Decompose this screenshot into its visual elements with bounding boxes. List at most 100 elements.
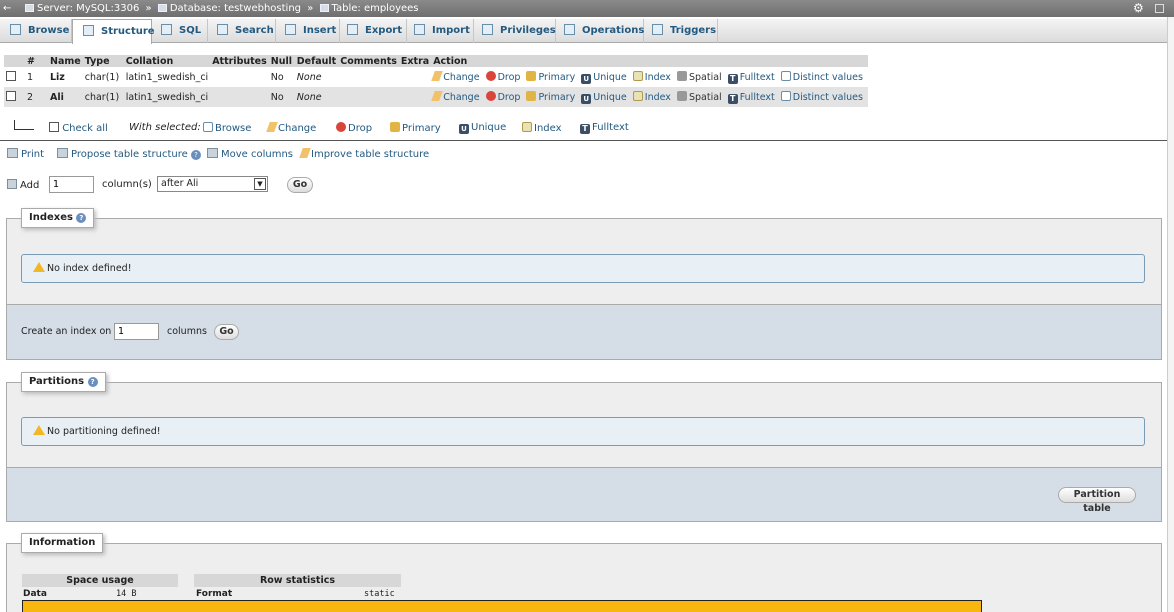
server-icon [25,4,34,12]
browse-icon [10,24,21,35]
index-link[interactable]: Index [632,70,671,83]
tab-sql[interactable]: SQL [152,19,208,43]
columns-table: # Name Type Collation Attributes Null De… [4,55,868,107]
index-selected-button[interactable]: Index [522,122,562,134]
pencil-icon [266,122,278,132]
drop-selected-button[interactable]: Drop [336,122,372,134]
add-column-icon [7,179,17,189]
column-extra [398,87,432,107]
column-collation: latin1_swedish_ci [123,87,211,107]
data-label: Data [23,589,47,599]
unique-icon: U [581,93,592,104]
create-index-count-input[interactable] [114,323,159,340]
tab-import[interactable]: Import [407,19,474,43]
tab-bar: Browse Structure SQL Search Insert Expor… [0,19,1174,44]
fulltext-icon: T [580,124,590,134]
primary-link[interactable]: Primary [526,90,575,103]
help-icon[interactable]: ? [190,150,201,160]
primary-link[interactable]: Primary [526,70,575,83]
change-link[interactable]: Change [431,70,480,83]
column-name: Ali [48,87,83,107]
warning-icon [33,425,45,435]
browse-selected-button[interactable]: Browse [203,122,251,134]
partitions-legend: Partitions ? [21,372,106,392]
row-checkbox[interactable] [6,91,16,101]
breadcrumb-database[interactable]: Database: testwebhosting [170,3,301,14]
move-columns-link[interactable]: Move columns [207,148,293,160]
partition-table-button[interactable]: Partition table [1058,487,1136,514]
column-header: Comments [338,55,399,67]
distinct-values-icon [780,90,791,101]
column-header: Default [294,55,339,67]
add-columns-unit: column(s) [102,179,152,190]
distinct-values-link[interactable]: Distinct values [780,90,863,103]
distinct-values-link[interactable]: Distinct values [780,70,863,83]
drop-link[interactable]: Drop [485,90,520,103]
check-all-checkbox[interactable] [49,122,59,132]
tab-operations[interactable]: Operations [556,19,644,43]
drop-link[interactable]: Drop [485,70,520,83]
back-arrow-icon[interactable]: ← [3,0,11,17]
key-icon [390,122,400,132]
drop-icon [485,70,496,81]
unique-selected-button[interactable]: U Unique [459,122,506,134]
unique-link[interactable]: U Unique [581,72,627,84]
table-icon [319,4,329,12]
create-index-go-button[interactable]: Go [214,324,239,340]
breadcrumb-server[interactable]: Server: MySQL:3306 [37,3,139,14]
chevron-down-icon: ▼ [254,178,266,190]
check-all[interactable]: Check all [49,122,108,134]
tab-privileges[interactable]: Privileges [474,19,556,43]
spatial-link[interactable]: Spatial [676,90,722,103]
collapse-icon[interactable] [1155,4,1164,13]
column-extra [398,67,432,87]
tab-search[interactable]: Search [208,19,276,43]
fulltext-selected-button[interactable]: T Fulltext [580,122,629,134]
browse-icon [203,122,213,132]
indexes-legend: Indexes ? [21,208,95,228]
print-link[interactable]: Print [7,148,44,160]
help-icon[interactable]: ? [76,213,87,223]
column-name: Liz [48,67,83,87]
format-value: static [364,589,395,599]
data-value: 14 B [116,589,137,599]
fulltext-icon: T [727,93,738,104]
help-icon[interactable]: ? [87,377,98,387]
fulltext-link[interactable]: T Fulltext [727,72,775,84]
breadcrumb-table[interactable]: Table: employees [332,3,419,14]
propose-structure-link[interactable]: Propose table structure ? [57,148,201,160]
fulltext-link[interactable]: T Fulltext [727,92,775,104]
add-column-count-input[interactable] [49,176,94,193]
search-icon [217,24,228,35]
insert-icon [285,24,296,35]
change-selected-button[interactable]: Change [266,122,316,134]
tab-insert[interactable]: Insert [276,19,340,43]
tab-triggers[interactable]: Triggers [644,19,718,43]
tab-browse[interactable]: Browse [0,19,72,43]
key-icon [526,70,537,81]
row-number: 2 [25,87,48,107]
vertical-scrollbar[interactable] [1167,17,1174,612]
breadcrumb-bar: ← Server: MySQL:3306 » Database: testweb… [0,0,1174,17]
spatial-link[interactable]: Spatial [676,70,722,83]
gear-icon[interactable]: ⚙ [1133,0,1144,17]
column-default: None [294,67,339,87]
table-row: 2 Ali char(1) latin1_swedish_ci No None … [4,87,868,107]
with-selected-label: With selected: [129,122,201,133]
change-link[interactable]: Change [431,90,480,103]
spatial-icon [676,70,687,81]
column-header: Null [268,55,295,67]
tab-structure[interactable]: Structure [72,19,155,44]
unique-link[interactable]: U Unique [581,92,627,104]
unique-icon: U [581,73,592,84]
index-link[interactable]: Index [632,90,671,103]
column-type: char(1) [82,67,124,87]
add-column-position-select[interactable]: after Ali ▼ [157,176,268,192]
tab-export[interactable]: Export [340,19,407,43]
improve-structure-link[interactable]: Improve table structure [299,148,429,160]
row-checkbox[interactable] [6,71,16,81]
sql-icon [161,24,172,35]
add-columns-go-button[interactable]: Go [287,177,313,193]
primary-selected-button[interactable]: Primary [390,122,441,134]
column-header: Collation [123,55,211,67]
